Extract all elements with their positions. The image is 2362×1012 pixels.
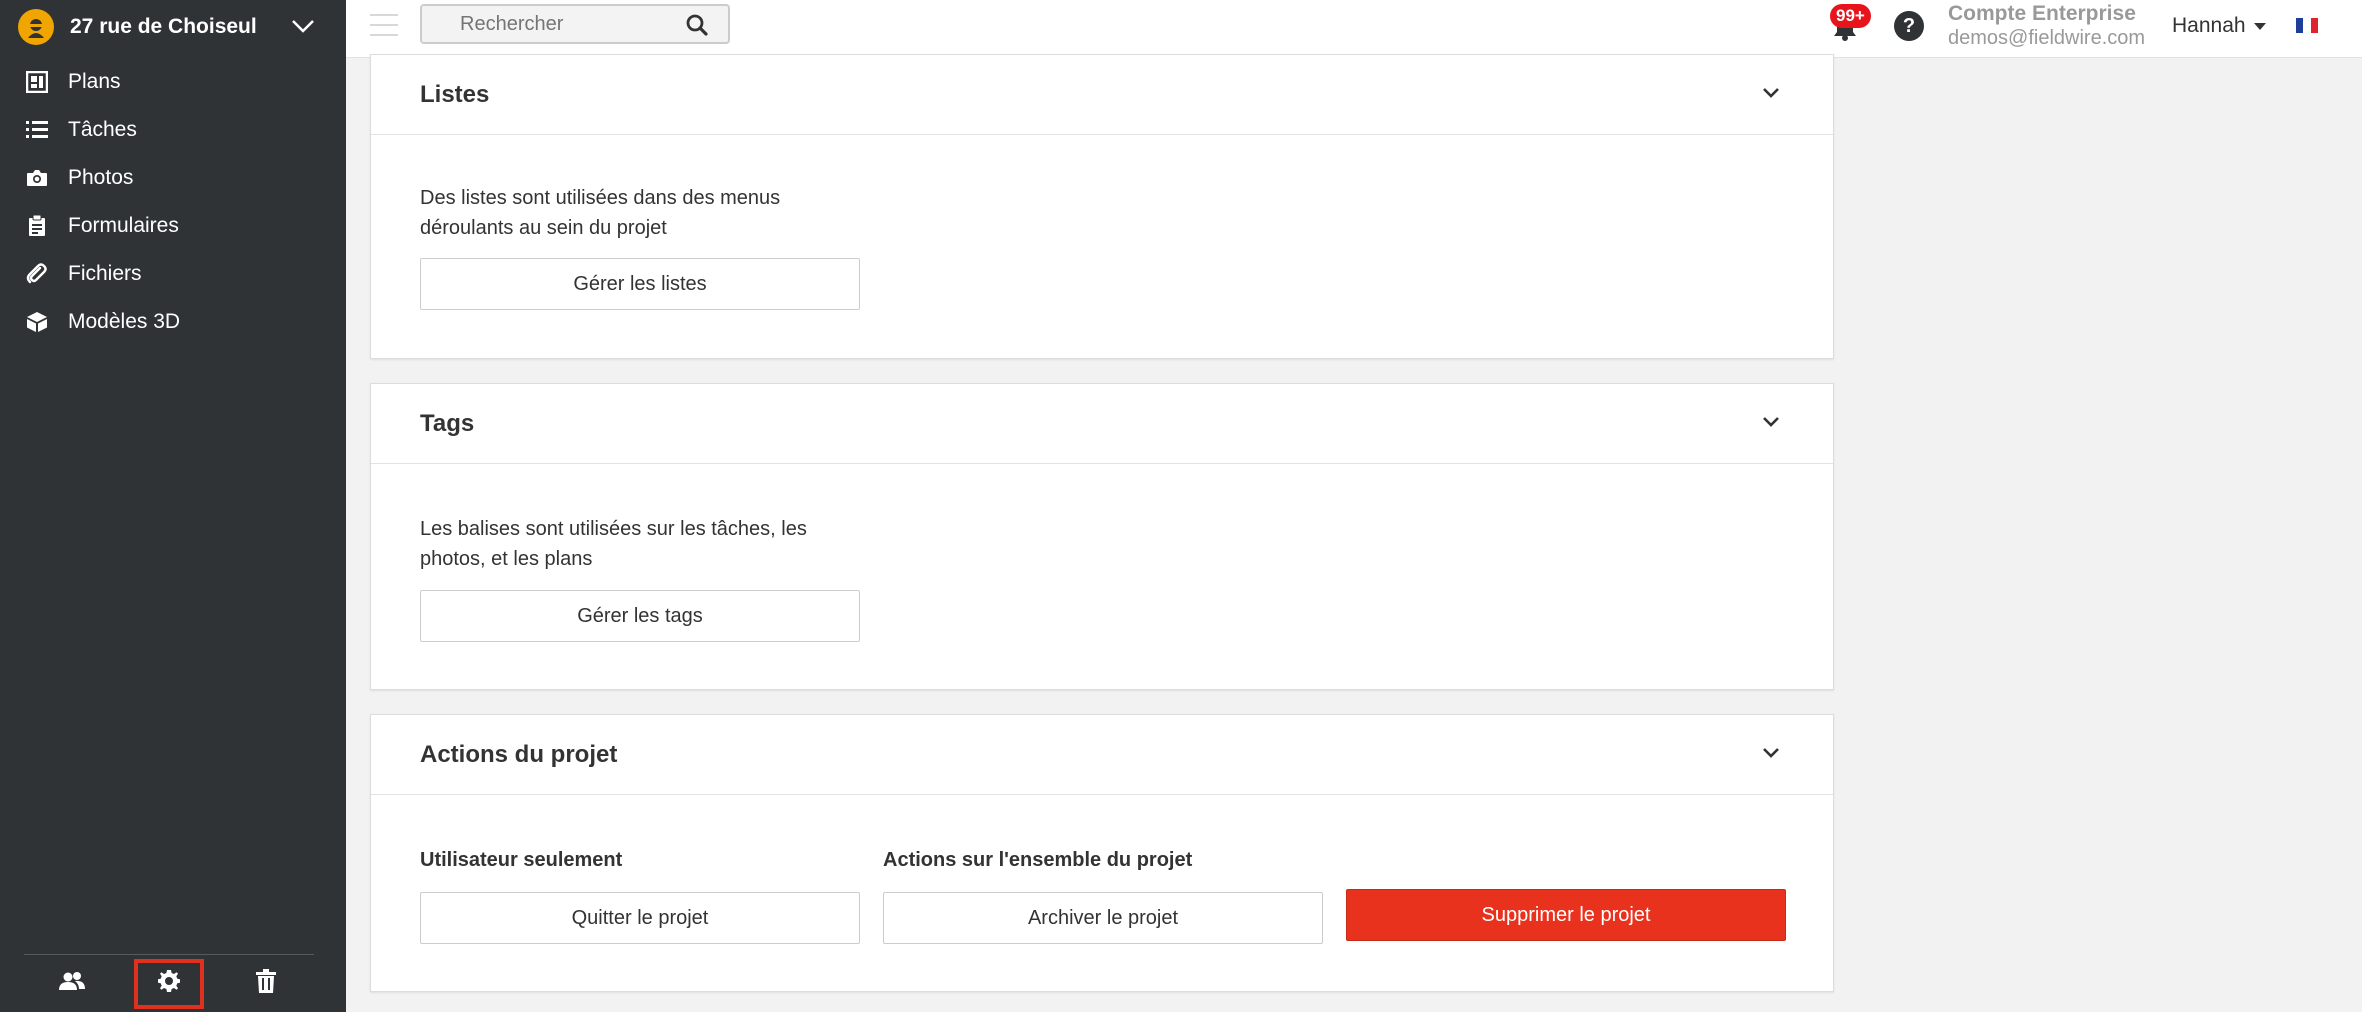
project-selector[interactable]: 27 rue de Choiseul <box>0 0 346 54</box>
caret-down-icon <box>2253 22 2266 30</box>
sidebar-item-3d-models[interactable]: Modèles 3D <box>0 298 346 346</box>
section-title: Tags <box>420 409 475 437</box>
chevron-down-icon[interactable] <box>1761 412 1781 437</box>
notification-badge[interactable]: 99+ <box>1830 4 1871 28</box>
section-description: Des listes sont utilisées dans des menus… <box>420 187 781 239</box>
section-header: Listes <box>371 55 1833 135</box>
manage-tags-button[interactable]: Gérer les tags <box>420 590 860 642</box>
sidebar-item-plans[interactable]: Plans <box>0 58 346 106</box>
user-only-heading: Utilisateur seulement <box>420 849 623 871</box>
cube-icon <box>24 309 50 335</box>
project-wide-heading: Actions sur l'ensemble du projet <box>883 849 1193 871</box>
tags-section: Tags Les balises sont utilisées sur les … <box>370 383 1834 690</box>
gear-icon <box>157 969 181 998</box>
list-icon <box>24 117 50 143</box>
top-bar: 99+ ? Compte Enterprise demos@fieldwire.… <box>346 0 2362 58</box>
sidebar-nav: Plans Tâches Photos Formulaires Fichiers <box>0 58 346 346</box>
sidebar-item-label: Plans <box>68 70 121 93</box>
chevron-down-icon[interactable] <box>1761 743 1781 768</box>
plans-icon <box>24 69 50 95</box>
trash-icon <box>255 969 276 998</box>
settings-button[interactable] <box>133 958 204 1009</box>
french-flag-icon[interactable] <box>2296 18 2318 33</box>
section-description: Les balises sont utilisées sur les tâche… <box>420 518 807 570</box>
archive-project-button[interactable]: Archiver le projet <box>883 892 1323 944</box>
hamburger-menu-icon[interactable] <box>370 14 398 36</box>
lists-section: Listes Des listes sont utilisées dans de… <box>370 54 1834 359</box>
account-info: Compte Enterprise demos@fieldwire.com <box>1948 2 2145 50</box>
trash-button[interactable] <box>235 963 297 1005</box>
section-header: Tags <box>371 384 1833 464</box>
sidebar: 27 rue de Choiseul Plans Tâches Photos F… <box>0 0 346 1012</box>
account-email: demos@fieldwire.com <box>1948 27 2146 49</box>
section-title: Listes <box>420 80 490 108</box>
project-logo-icon <box>18 9 54 45</box>
search-icon[interactable] <box>686 14 708 41</box>
sidebar-item-files[interactable]: Fichiers <box>0 250 346 298</box>
section-header: Actions du projet <box>371 715 1833 795</box>
project-actions-section: Actions du projet Utilisateur seulement … <box>370 714 1834 992</box>
sidebar-item-label: Formulaires <box>68 214 179 237</box>
manage-lists-button[interactable]: Gérer les listes <box>420 258 860 310</box>
leave-project-button[interactable]: Quitter le projet <box>420 892 860 944</box>
sidebar-item-label: Photos <box>68 166 134 189</box>
clipboard-icon <box>24 213 50 239</box>
paperclip-icon <box>24 261 50 287</box>
account-type: Compte Enterprise <box>1948 2 2136 25</box>
section-title: Actions du projet <box>420 740 618 768</box>
sidebar-item-label: Modèles 3D <box>68 310 181 333</box>
user-menu[interactable]: Hannah <box>2172 14 2266 38</box>
sidebar-item-tasks[interactable]: Tâches <box>0 106 346 154</box>
chevron-down-icon[interactable] <box>290 13 316 44</box>
sidebar-item-label: Fichiers <box>68 262 142 285</box>
sidebar-footer <box>24 954 314 1012</box>
search-input[interactable] <box>422 6 662 42</box>
search-box <box>420 4 730 44</box>
people-icon <box>58 971 86 996</box>
people-button[interactable] <box>41 963 103 1005</box>
sidebar-item-label: Tâches <box>68 118 137 141</box>
chevron-down-icon[interactable] <box>1761 83 1781 108</box>
project-name: 27 rue de Choiseul <box>70 15 257 38</box>
delete-project-button[interactable]: Supprimer le projet <box>1346 889 1786 941</box>
user-name: Hannah <box>2172 14 2246 37</box>
sidebar-item-forms[interactable]: Formulaires <box>0 202 346 250</box>
camera-icon <box>24 165 50 191</box>
help-icon[interactable]: ? <box>1894 11 1924 41</box>
sidebar-item-photos[interactable]: Photos <box>0 154 346 202</box>
